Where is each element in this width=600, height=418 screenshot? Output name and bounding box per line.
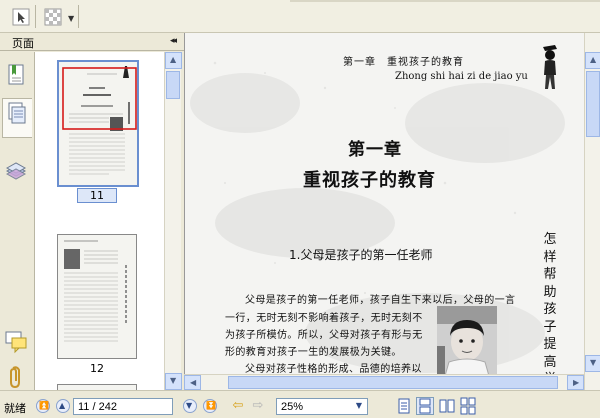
previous-page-button[interactable]: ▲ <box>56 399 70 413</box>
facing-view-button[interactable] <box>438 397 456 415</box>
back-arrow-icon: ⇦ <box>232 398 244 413</box>
doc-scroll-right-button[interactable]: ▶ <box>567 375 584 390</box>
status-bar: 就绪 ⏫ ▲ ▼ ⏬ ⇦ ⇨ ▼ <box>0 390 600 418</box>
pages-panel-title: 页面 <box>12 37 34 50</box>
continuous-facing-view-button[interactable] <box>459 397 477 415</box>
chapter-number: 第一章 <box>348 140 402 160</box>
scroll-up-button[interactable]: ▲ <box>165 52 182 69</box>
toolbar-separator <box>78 5 79 28</box>
facing-pages-icon <box>439 399 455 413</box>
scroll-up-arrow-icon: ▲ <box>590 55 597 64</box>
scroll-down-button[interactable]: ▼ <box>165 373 182 390</box>
running-head-chinese: 第一章 重视孩子的教育 <box>343 57 464 68</box>
scroll-thumb[interactable] <box>166 71 180 99</box>
scroll-down-arrow-icon: ▼ <box>590 358 597 367</box>
figure-illustration-icon <box>543 45 557 89</box>
collapse-panel-icon[interactable]: ◂◂ <box>170 36 177 46</box>
running-head-pinyin: Zhong shi hai zi de jiao yu <box>395 71 528 82</box>
last-page-button[interactable]: ⏬ <box>203 399 217 413</box>
single-page-view-button[interactable] <box>395 397 413 415</box>
thumbnail-page-label: 12 <box>90 362 104 375</box>
scroll-right-arrow-icon: ▶ <box>573 378 580 387</box>
scroll-up-arrow-icon: ▲ <box>170 55 177 64</box>
section-title: 1.父母是孩子的第一任老师 <box>289 248 433 262</box>
page-12-preview <box>58 235 136 358</box>
thumbnail-list: 11 12 <box>34 52 164 390</box>
comments-icon[interactable] <box>3 328 29 354</box>
top-toolbar: ▼ <box>0 0 600 33</box>
scroll-left-arrow-icon: ◀ <box>190 378 197 387</box>
page-number-input[interactable] <box>73 398 173 415</box>
child-photo <box>437 306 497 374</box>
next-page-icon: ▼ <box>186 401 193 410</box>
doc-scroll-up-button[interactable]: ▲ <box>585 52 600 69</box>
select-tool-icon <box>12 8 30 26</box>
forward-arrow-icon: ⇨ <box>252 398 264 413</box>
transparency-grid-button[interactable] <box>40 4 65 29</box>
page-thumbnail-12[interactable] <box>57 234 137 359</box>
doc-scroll-left-button[interactable]: ◀ <box>184 375 201 390</box>
continuous-facing-icon <box>460 397 476 415</box>
single-page-icon <box>398 398 410 414</box>
toolbar-dropdown-arrow-icon[interactable]: ▼ <box>68 14 74 23</box>
go-back-button[interactable]: ⇦ <box>229 398 247 415</box>
chapter-title: 重视孩子的教育 <box>303 170 436 191</box>
thumbnail-page-label: 11 <box>77 188 117 203</box>
body-text-line: 父母对孩子性格的形成、品德的培养以 <box>245 364 422 374</box>
first-page-button[interactable]: ⏫ <box>36 399 50 413</box>
bookmarks-icon[interactable] <box>3 62 29 88</box>
page-11-preview <box>59 62 137 185</box>
page-thumbnails-icon[interactable] <box>2 98 32 138</box>
select-tool-button[interactable] <box>8 4 33 29</box>
last-page-icon: ⏬ <box>206 401 216 410</box>
body-text-line: 父母是孩子的第一任老师，孩子自生下来以后，父母的一言 <box>245 295 516 306</box>
scroll-down-arrow-icon: ▼ <box>170 376 177 385</box>
thumbnail-scrollbar[interactable]: ▲ ▼ <box>164 52 182 390</box>
doc-scroll-thumb[interactable] <box>586 71 600 137</box>
body-text-line: 一行，无时无刻不影响着孩子，无时无刻不 <box>225 313 423 324</box>
body-text-line: 为孩子所模仿。所以，父母对孩子有形与无 <box>225 330 423 341</box>
body-text-line: 形的教育对孩子一生的发展极为关键。 <box>225 347 402 358</box>
vertical-book-title: 怎样帮助孩子提高学 <box>543 232 557 374</box>
navigation-panel: 页面 ◂◂ 11 12 ▲ ▼ <box>0 33 184 390</box>
next-page-button[interactable]: ▼ <box>183 399 197 413</box>
document-horizontal-scrollbar[interactable]: ◀ ▶ <box>184 374 584 390</box>
zoom-dropdown-icon[interactable]: ▼ <box>352 399 366 413</box>
page-thumbnail-11[interactable] <box>57 60 139 187</box>
checkerboard-icon <box>44 8 62 26</box>
go-forward-button[interactable]: ⇨ <box>249 398 267 415</box>
toolbar-separator <box>35 5 36 28</box>
layers-icon[interactable] <box>3 158 29 184</box>
continuous-view-button[interactable] <box>416 397 434 415</box>
continuous-page-icon <box>419 398 431 414</box>
toolbar-top-border <box>290 0 600 2</box>
attachments-icon[interactable] <box>3 364 29 390</box>
document-vertical-scrollbar[interactable]: ▲ ▼ <box>584 33 600 390</box>
pages-panel-tab[interactable]: 页面 ◂◂ <box>0 33 184 51</box>
first-page-icon: ⏫ <box>39 401 49 410</box>
document-view[interactable]: 第一章 重视孩子的教育 Zhong shi hai zi de jiao yu … <box>184 33 584 374</box>
doc-scroll-down-button[interactable]: ▼ <box>585 355 600 372</box>
previous-page-icon: ▲ <box>59 401 66 410</box>
navigation-rail <box>0 52 32 390</box>
doc-hscroll-thumb[interactable] <box>228 376 558 389</box>
status-text: 就绪 <box>4 402 26 415</box>
